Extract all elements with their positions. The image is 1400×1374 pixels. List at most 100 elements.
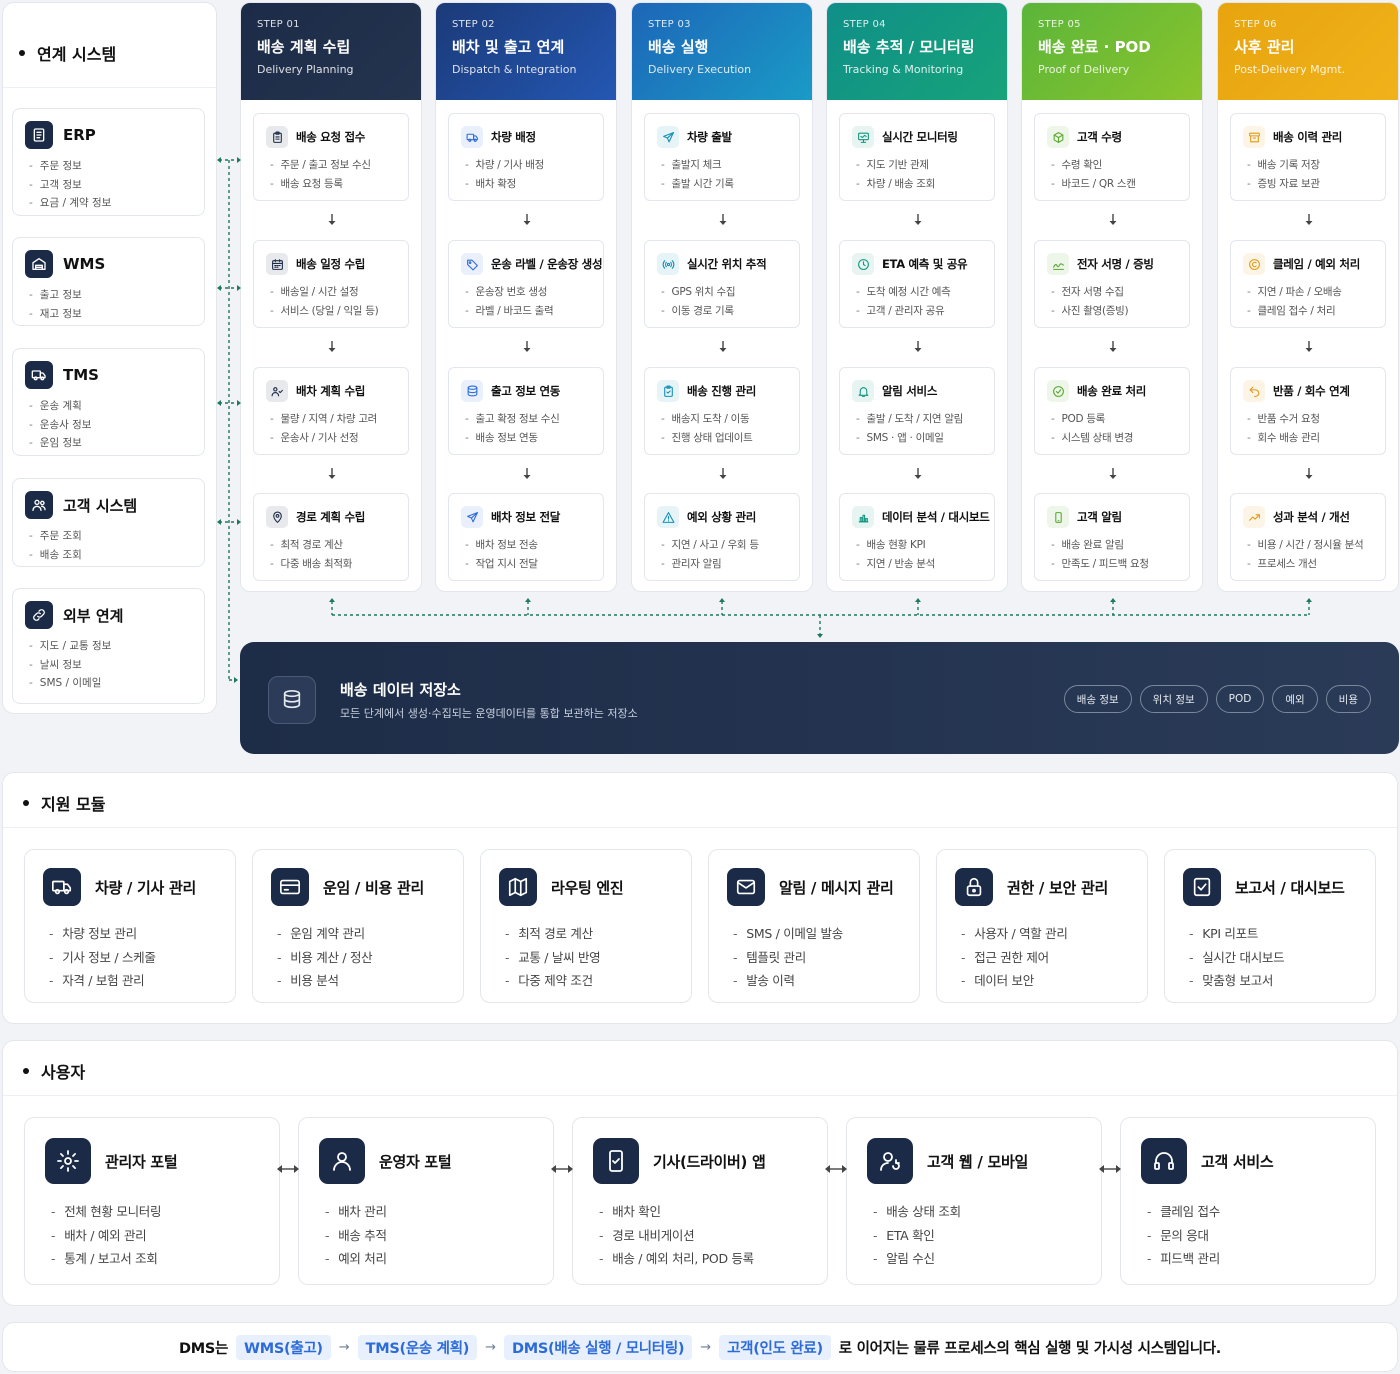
step-task-card[interactable]: 전자 서명 / 증빙전자 서명 수집사진 촬영(증빙): [1034, 240, 1190, 328]
step-task-card[interactable]: 실시간 위치 추적 GPS 위치 수집이동 경로 기록: [644, 240, 800, 328]
step-task-card[interactable]: 예외 상황 관리지연 / 사고 / 우회 등관리자 알림: [644, 493, 800, 581]
step-task-card[interactable]: 배차 계획 수립물량 / 지역 / 차량 고려운송사 / 기사 선정: [253, 367, 409, 455]
link-icon: [25, 601, 53, 629]
flow-chip: DMS(배송 실행 / 모니터링): [503, 1334, 693, 1360]
support-module-card[interactable]: 차량 / 기사 관리차량 정보 관리기사 정보 / 스케줄자격 / 보험 관리: [24, 849, 236, 1003]
task-title: 고객 수령: [1077, 130, 1122, 144]
user-channel-card[interactable]: 고객 서비스클레임 접수문의 응대피드백 관리: [1120, 1117, 1376, 1285]
item-lines: KPI 리포트실시간 대시보드맞춤형 보고서: [1189, 922, 1357, 993]
item-lines: 배차 정보 전송작업 지시 전달: [465, 536, 591, 573]
support-module-card[interactable]: 권한 / 보안 관리사용자 / 역할 관리접근 권한 제어데이터 보안: [936, 849, 1148, 1003]
support-module-title: 보고서 / 대시보드: [1235, 878, 1345, 897]
step-task-card[interactable]: 차량 출발출발지 체크출발 시간 기록: [644, 113, 800, 201]
item-lines: 운송장 번호 생성라벨 / 바코드 출력: [465, 283, 591, 320]
divider: [3, 827, 1397, 828]
step-subtitle: Proof of Delivery: [1038, 63, 1130, 76]
support-title-wrap: 지원 모듈: [23, 791, 105, 815]
flow-chip: 고객(인도 완료): [719, 1334, 831, 1360]
item-line: 피드백 관리: [1147, 1247, 1355, 1271]
support-module-card[interactable]: 보고서 / 대시보드 KPI 리포트실시간 대시보드맞춤형 보고서: [1164, 849, 1376, 1003]
system-card[interactable]: WMS 출고 정보재고 정보: [12, 237, 205, 326]
support-module-title: 권한 / 보안 관리: [1007, 878, 1108, 897]
item-line: ETA 확인: [873, 1224, 1081, 1248]
item-line: 문의 응대: [1147, 1224, 1355, 1248]
arrow-down-icon: [913, 341, 923, 353]
step-task-card[interactable]: 배송 일정 수립배송일 / 시간 설정서비스 (당일 / 익일 등): [253, 240, 409, 328]
storage-title: 배송 데이터 저장소: [340, 681, 461, 699]
storage-tag: 비용: [1325, 685, 1371, 713]
step-task-card[interactable]: 알림 서비스출발 / 도착 / 지연 알림SMS · 앱 · 이메일: [839, 367, 995, 455]
item-line: 다중 제약 조건: [505, 969, 673, 993]
step-column: STEP 05 배송 완료 · POD Proof of Delivery 고객 수령…: [1021, 2, 1203, 592]
step-task-card[interactable]: 운송 라벨 / 운송장 생성운송장 번호 생성라벨 / 바코드 출력: [448, 240, 604, 328]
support-module-title: 라우팅 엔진: [551, 878, 624, 897]
step-subtitle: Dispatch & Integration: [452, 63, 577, 76]
user-channel-title: 운영자 포털: [379, 1152, 452, 1171]
step-task-card[interactable]: 고객 수령수령 확인바코드 / QR 스캔: [1034, 113, 1190, 201]
step-task-card[interactable]: 출고 정보 연동출고 확정 정보 수신배송 정보 연동: [448, 367, 604, 455]
user-channel-card[interactable]: 기사(드라이버) 앱배차 확인경로 내비게이션배송 / 예외 처리, POD 등…: [572, 1117, 828, 1285]
item-line: 배송 기록 저장: [1247, 156, 1373, 175]
step-column: STEP 02 배차 및 출고 연계 Dispatch & Integration 차…: [435, 2, 617, 592]
storage-tags: 배송 정보 위치 정보 POD 예외 비용: [1063, 685, 1371, 713]
item-lines: 운임 계약 관리비용 계산 / 정산비용 분석: [277, 922, 445, 993]
item-lines: 주문 정보고객 정보요금 / 계약 정보: [29, 157, 192, 213]
item-line: 배차 관리: [325, 1200, 533, 1224]
step-task-card[interactable]: 배송 이력 관리배송 기록 저장증빙 자료 보관: [1230, 113, 1386, 201]
task-title: 배송 이력 관리: [1273, 130, 1343, 144]
step-task-card[interactable]: 배송 진행 관리배송지 도착 / 이동진행 상태 업데이트: [644, 367, 800, 455]
task-title: ETA 예측 및 공유: [882, 257, 968, 271]
arrow-right-icon: →: [338, 1339, 350, 1355]
bidirectional-arrow-icon: [1099, 1160, 1121, 1173]
item-line: 주문 조회: [29, 527, 192, 546]
step-task-card[interactable]: 실시간 모니터링지도 기반 관제차량 / 배송 조회: [839, 113, 995, 201]
step-task-card[interactable]: 성과 분석 / 개선비용 / 시간 / 정시율 분석프로세스 개선: [1230, 493, 1386, 581]
support-module-card[interactable]: 운임 / 비용 관리운임 계약 관리비용 계산 / 정산비용 분석: [252, 849, 464, 1003]
bidirectional-arrow-icon: [825, 1160, 847, 1173]
item-line: 도착 예정 시간 예측: [856, 283, 982, 302]
item-line: 진행 상태 업데이트: [661, 429, 787, 448]
system-card[interactable]: ERP 주문 정보고객 정보요금 / 계약 정보: [12, 108, 205, 216]
item-line: 전자 서명 수집: [1051, 283, 1177, 302]
bell-icon: [852, 380, 874, 402]
support-module-card[interactable]: 라우팅 엔진최적 경로 계산교통 / 날씨 반영다중 제약 조건: [480, 849, 692, 1003]
system-card[interactable]: 고객 시스템주문 조회배송 조회: [12, 478, 205, 567]
step-task-card[interactable]: 데이터 분석 / 대시보드배송 현황 KPI지연 / 반송 분석: [839, 493, 995, 581]
user-channel-card[interactable]: 관리자 포털전체 현황 모니터링배차 / 예외 관리통계 / 보고서 조회: [24, 1117, 280, 1285]
item-line: 맞춤형 보고서: [1189, 969, 1357, 993]
item-line: 배송 / 예외 처리, POD 등록: [599, 1247, 807, 1271]
task-title: 실시간 위치 추적: [687, 257, 767, 271]
step-task-card[interactable]: 고객 알림배송 완료 알림만족도 / 피드백 요청: [1034, 493, 1190, 581]
item-lines: 출발지 체크출발 시간 기록: [661, 156, 787, 193]
item-lines: 비용 / 시간 / 정시율 분석프로세스 개선: [1247, 536, 1373, 573]
step-task-card[interactable]: 반품 / 회수 연계반품 수거 요청회수 배송 관리: [1230, 367, 1386, 455]
item-lines: 배송지 도착 / 이동진행 상태 업데이트: [661, 410, 787, 447]
system-card[interactable]: TMS 운송 계획운송사 정보운임 정보: [12, 348, 205, 456]
item-lines: 배송 상태 조회ETA 확인알림 수신: [873, 1200, 1081, 1271]
truck-icon: [25, 361, 53, 389]
phone-icon: [1047, 506, 1069, 528]
step-task-card[interactable]: 배송 요청 접수주문 / 출고 정보 수신배송 요청 등록: [253, 113, 409, 201]
system-name: 고객 시스템: [63, 496, 138, 515]
task-title: 차량 배정: [491, 130, 536, 144]
item-line: 운임 정보: [29, 434, 192, 453]
user-channel-card[interactable]: 고객 웹 / 모바일배송 상태 조회ETA 확인알림 수신: [846, 1117, 1102, 1285]
users-title-wrap: 사용자: [23, 1059, 85, 1083]
storage-tag: 위치 정보: [1139, 685, 1208, 713]
summary-suffix: 로 이어지는 물류 프로세스의 핵심 실행 및 가시성 시스템입니다.: [838, 1340, 1222, 1357]
item-line: 차량 / 기사 배정: [465, 156, 591, 175]
system-card[interactable]: 외부 연계지도 / 교통 정보날씨 정보SMS / 이메일: [12, 588, 205, 704]
user-channel-card[interactable]: 운영자 포털배차 관리배송 추적예외 처리: [298, 1117, 554, 1285]
item-line: 배송 추적: [325, 1224, 533, 1248]
step-task-card[interactable]: ETA 예측 및 공유도착 예정 시간 예측고객 / 관리자 공유: [839, 240, 995, 328]
item-line: 운송장 번호 생성: [465, 283, 591, 302]
task-title: 데이터 분석 / 대시보드: [882, 510, 990, 524]
step-task-card[interactable]: 경로 계획 수립최적 경로 계산다중 배송 최적화: [253, 493, 409, 581]
step-task-card[interactable]: 배차 정보 전달배차 정보 전송작업 지시 전달: [448, 493, 604, 581]
support-module-title: 알림 / 메시지 관리: [779, 878, 894, 897]
step-task-card[interactable]: 클레임 / 예외 처리지연 / 파손 / 오배송클레임 접수 / 처리: [1230, 240, 1386, 328]
step-task-card[interactable]: 차량 배정차량 / 기사 배정배차 확정: [448, 113, 604, 201]
item-line: 날씨 정보: [29, 656, 192, 675]
step-task-card[interactable]: 배송 완료 처리 POD 등록시스템 상태 변경: [1034, 367, 1190, 455]
support-module-card[interactable]: 알림 / 메시지 관리 SMS / 이메일 발송템플릿 관리발송 이력: [708, 849, 920, 1003]
